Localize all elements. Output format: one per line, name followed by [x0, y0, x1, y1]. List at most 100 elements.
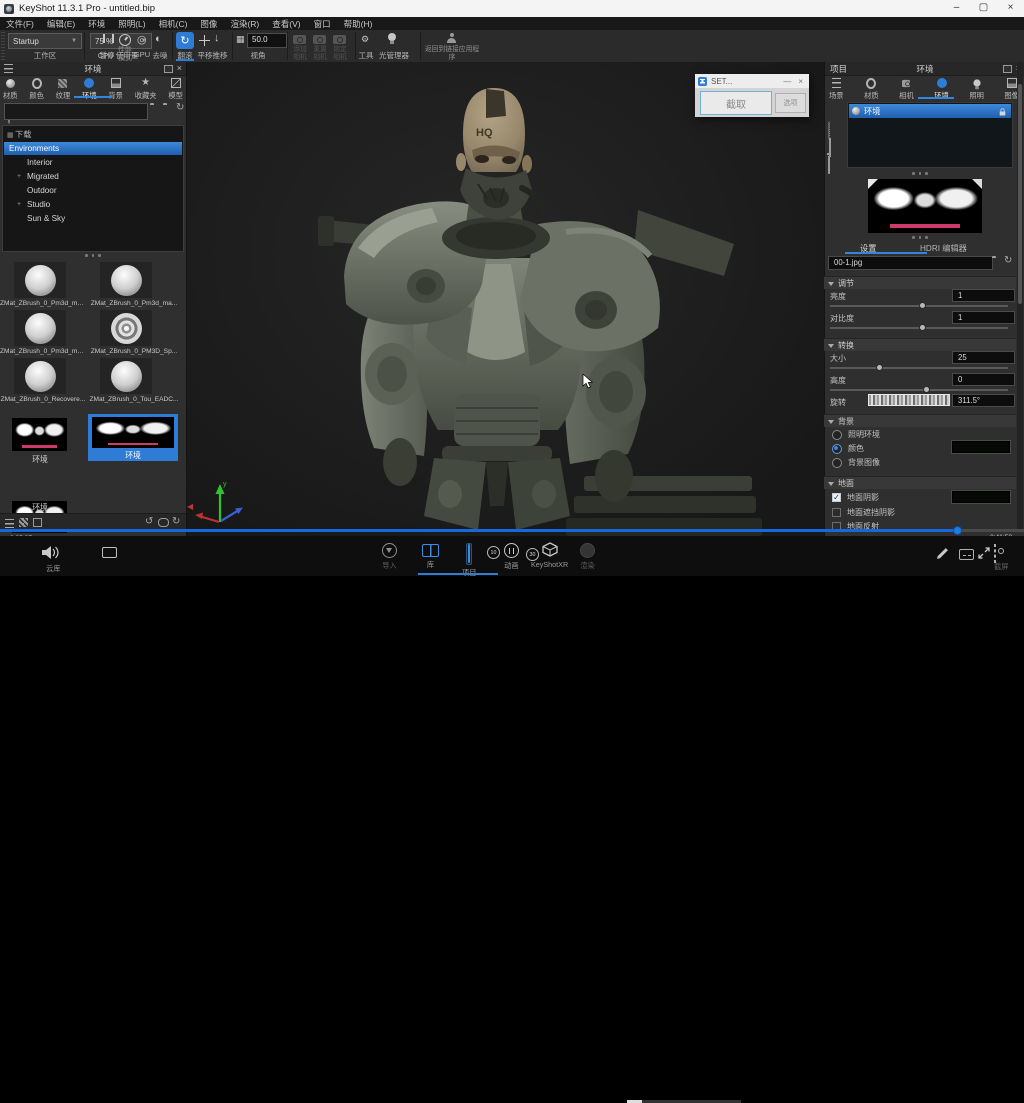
cloud-icon[interactable]	[158, 518, 169, 527]
undock-icon[interactable]	[164, 65, 173, 73]
brightness-value[interactable]: 1	[952, 289, 1015, 302]
reset-camera-icon[interactable]	[313, 35, 326, 44]
reload-icon[interactable]: ↻	[1004, 256, 1012, 266]
minimize-button[interactable]: –	[943, 0, 970, 17]
tab-colors[interactable]: 颜色	[29, 78, 44, 101]
tab-hdri-editor[interactable]: HDRI 编辑器	[920, 242, 967, 254]
contrast-slider[interactable]	[830, 327, 1008, 329]
radio-icon[interactable]	[832, 430, 842, 440]
rotation-slider[interactable]	[868, 394, 950, 406]
skip-back-icon[interactable]: 10	[487, 546, 500, 559]
tree-item-migrated[interactable]: +Migrated	[4, 170, 182, 183]
options-button[interactable]: 选项	[775, 93, 806, 113]
bg-color-option[interactable]: 颜色	[832, 443, 864, 454]
section-adjust[interactable]: 调节	[824, 276, 1016, 289]
cloud-library-label[interactable]: 云库	[46, 564, 60, 574]
height-slider[interactable]	[830, 389, 1008, 391]
lock-icon[interactable]	[1000, 111, 1006, 115]
section-transform[interactable]: 转换	[824, 338, 1016, 351]
tab-scene[interactable]: 场景	[829, 78, 844, 101]
contrast-value[interactable]: 1	[952, 311, 1015, 324]
dialog-minimize-button[interactable]: —	[776, 77, 798, 86]
material-thumb[interactable]	[14, 310, 66, 346]
bg-lighting-option[interactable]: 照明环境	[832, 429, 880, 440]
tab-models[interactable]: 模型	[168, 78, 183, 101]
capture-dialog-titlebar[interactable]: SET... — ×	[695, 74, 809, 88]
menu-help[interactable]: 帮助(H)	[344, 18, 373, 30]
keyshotxr-button[interactable]: KeyShotXR	[531, 542, 568, 569]
rotation-value[interactable]: 311.5°	[952, 394, 1015, 407]
return-link-icon[interactable]	[446, 33, 457, 44]
environment-file-input[interactable]: 00-1.jpg	[828, 256, 993, 270]
tools-icon[interactable]: ⚙	[361, 34, 369, 45]
section-background[interactable]: 背景	[824, 414, 1016, 427]
checkbox-checked-icon[interactable]	[832, 493, 841, 502]
section-ground[interactable]: 地面	[824, 476, 1016, 489]
tree-item-sun-sky[interactable]: Sun & Sky	[4, 212, 182, 225]
list-view-icon[interactable]	[5, 519, 14, 528]
size-slider[interactable]	[830, 367, 1008, 369]
refresh-icon[interactable]: ↻	[176, 103, 184, 113]
environment-list-item[interactable]: 环境	[849, 104, 1011, 118]
menu-camera[interactable]: 相机(C)	[159, 18, 188, 30]
viewport[interactable]: HQ y ◀	[186, 62, 824, 536]
dolly-icon[interactable]: ↓	[214, 32, 220, 44]
lock-camera-icon[interactable]	[333, 35, 346, 44]
tab-camera[interactable]: 相机	[899, 78, 914, 101]
pause-icon[interactable]	[103, 34, 114, 43]
import-button[interactable]: 导入	[382, 543, 397, 571]
refresh-library-icon[interactable]: ↻	[172, 517, 180, 527]
tree-item-studio[interactable]: +Studio	[4, 198, 182, 211]
tab-material[interactable]: 材质	[864, 78, 879, 101]
full-screen-icon[interactable]	[978, 547, 990, 559]
tumble-icon[interactable]: ↻	[176, 32, 194, 49]
ground-occlusion-option[interactable]: 地面遮挡阴影	[832, 507, 895, 518]
bg-image-option[interactable]: 背景图像	[832, 457, 880, 468]
height-value[interactable]: 0	[952, 373, 1015, 386]
menu-lighting[interactable]: 照明(L)	[118, 18, 145, 30]
light-manager-icon[interactable]	[388, 33, 396, 41]
radio-icon[interactable]	[832, 458, 842, 468]
panel-collapse-arrow-icon[interactable]: ◀	[187, 502, 193, 511]
library-button[interactable]: 库	[422, 544, 439, 570]
undock-icon[interactable]	[1003, 65, 1012, 73]
denoise-icon[interactable]: ◐	[155, 33, 162, 45]
tab-favorites[interactable]: ★收藏夹	[135, 78, 157, 101]
material-thumb[interactable]	[100, 310, 152, 346]
brightness-slider[interactable]	[830, 305, 1008, 307]
radio-selected-icon[interactable]	[832, 444, 842, 454]
menu-image[interactable]: 图像	[200, 18, 217, 30]
add-camera-icon[interactable]	[293, 35, 306, 44]
menu-environment[interactable]: 环境	[88, 18, 105, 30]
tree-item-outdoor[interactable]: Outdoor	[4, 184, 182, 197]
capture-button[interactable]: 截取	[700, 91, 772, 115]
menu-edit[interactable]: 编辑(E)	[47, 18, 75, 30]
material-thumb[interactable]	[14, 262, 66, 298]
tab-textures[interactable]: 纹理	[56, 78, 71, 101]
dialog-close-button[interactable]: ×	[798, 77, 809, 86]
search-input[interactable]	[4, 103, 148, 120]
screenshot-icon[interactable]	[994, 544, 996, 563]
splitter-handle[interactable]	[824, 236, 1016, 239]
tab-materials[interactable]: 材质	[3, 78, 18, 101]
close-button[interactable]: ×	[997, 0, 1024, 17]
splitter-handle[interactable]	[0, 254, 186, 257]
subtitles-icon[interactable]	[959, 549, 974, 560]
tree-item-interior[interactable]: Interior	[4, 156, 182, 169]
menu-view[interactable]: 查看(V)	[272, 18, 300, 30]
tree-item-environments[interactable]: Environments	[4, 142, 182, 155]
ground-shadows-option[interactable]: 地面阴影	[832, 492, 879, 503]
menu-render[interactable]: 渲染(R)	[230, 18, 259, 30]
large-thumb-view-icon[interactable]	[33, 518, 42, 527]
animation-button[interactable]: 动画	[504, 543, 519, 571]
grid-view-icon[interactable]	[19, 518, 28, 527]
environment-thumb-selected[interactable]: 环境	[88, 414, 178, 461]
material-thumb[interactable]	[100, 262, 152, 298]
performance-mode-icon[interactable]	[119, 34, 131, 46]
pan-icon[interactable]	[199, 35, 210, 46]
pencil-icon[interactable]	[936, 547, 949, 560]
volume-icon[interactable]	[42, 545, 62, 560]
gpu-icon[interactable]: ◎	[137, 33, 147, 46]
fov-input[interactable]: 50.0	[247, 33, 287, 48]
menu-file[interactable]: 文件(F)	[6, 18, 34, 30]
